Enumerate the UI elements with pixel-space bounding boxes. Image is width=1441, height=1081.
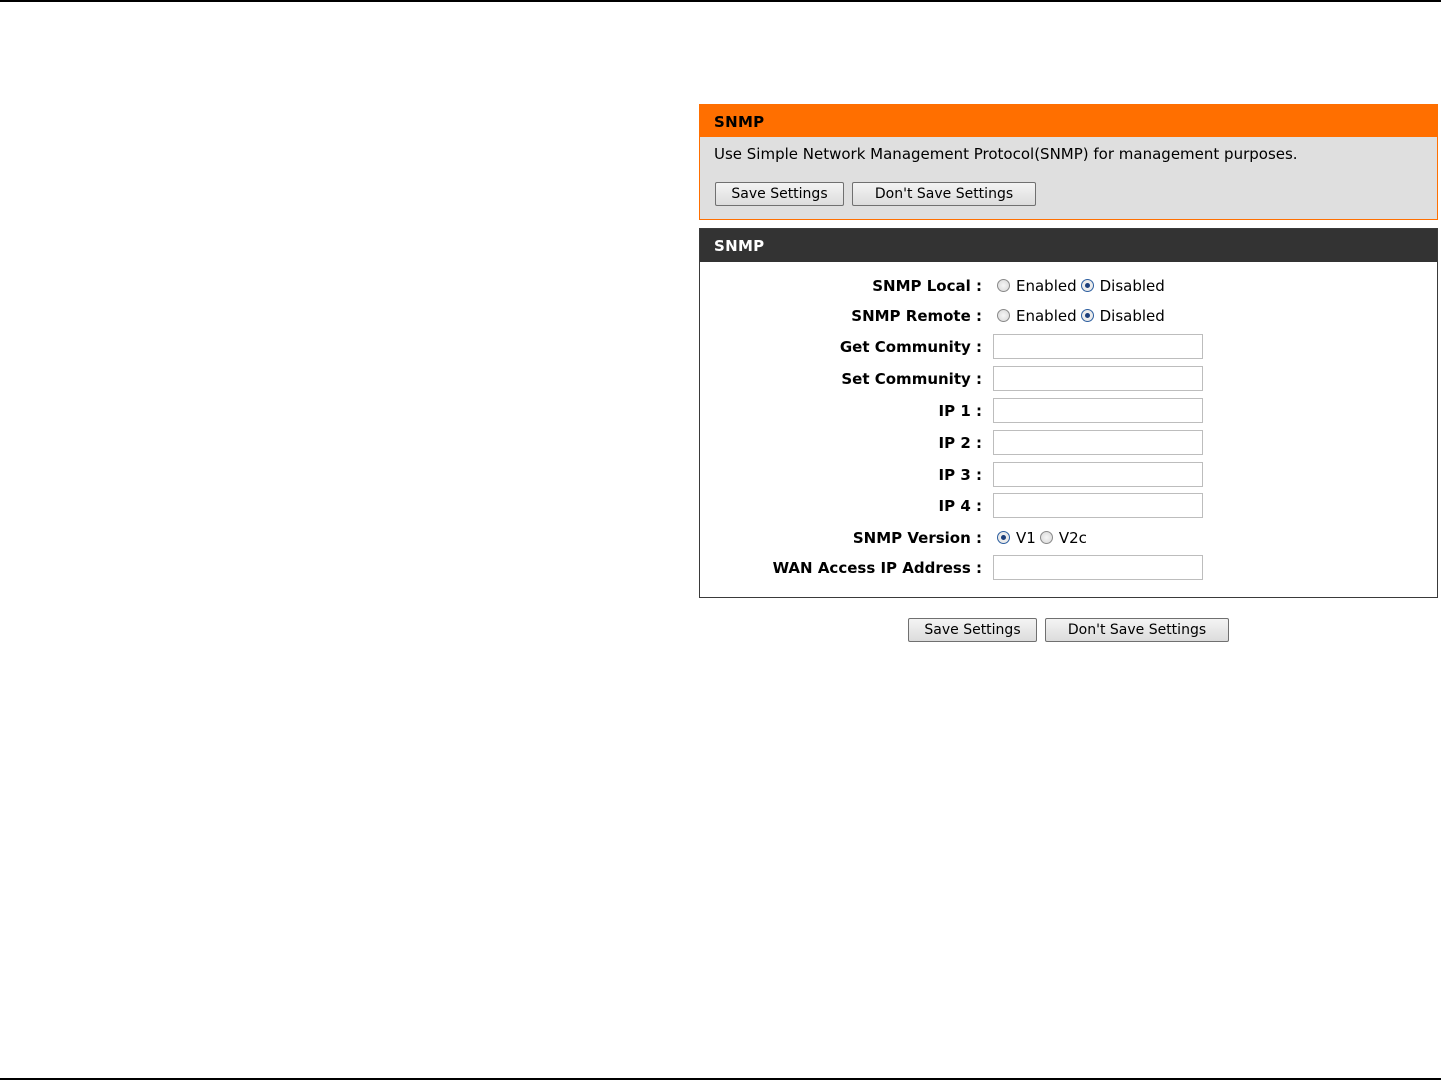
snmp-remote-disabled-radio[interactable] bbox=[1080, 309, 1094, 322]
wan-access-ip-label: WAN Access IP Address : bbox=[772, 559, 982, 577]
ip4-row: IP 4 : bbox=[700, 493, 1437, 519]
set-community-label: Set Community : bbox=[841, 370, 982, 388]
settings-panel-title: SNMP bbox=[700, 229, 1437, 262]
intro-panel-title: SNMP bbox=[700, 105, 1437, 137]
intro-description: Use Simple Network Management Protocol(S… bbox=[714, 145, 1298, 163]
snmp-intro-panel: SNMP Use Simple Network Management Proto… bbox=[699, 104, 1438, 220]
snmp-local-disabled-radio[interactable] bbox=[1080, 279, 1094, 292]
ip3-label: IP 3 : bbox=[938, 466, 982, 484]
snmp-version-v1-label: V1 bbox=[1016, 529, 1036, 547]
snmp-local-options: Enabled Disabled bbox=[997, 277, 1169, 295]
set-community-input[interactable] bbox=[993, 366, 1203, 391]
ip1-row: IP 1 : bbox=[700, 398, 1437, 424]
wan-access-ip-row: WAN Access IP Address : bbox=[700, 555, 1437, 581]
snmp-local-label: SNMP Local : bbox=[872, 277, 982, 295]
ip2-row: IP 2 : bbox=[700, 430, 1437, 456]
snmp-version-v2c-label: V2c bbox=[1058, 529, 1087, 547]
snmp-remote-enabled-label: Enabled bbox=[1016, 307, 1077, 325]
ip3-row: IP 3 : bbox=[700, 462, 1437, 488]
snmp-settings-panel: SNMP SNMP Local : Enabled Disabled SNMP R… bbox=[699, 228, 1438, 598]
snmp-version-label: SNMP Version : bbox=[852, 529, 982, 547]
snmp-local-disabled-label: Disabled bbox=[1099, 277, 1165, 295]
bottom-dont-save-settings-button[interactable]: Don't Save Settings bbox=[1045, 618, 1229, 642]
ip2-label: IP 2 : bbox=[938, 434, 982, 452]
snmp-version-row: SNMP Version : V1 V2c bbox=[700, 525, 1437, 551]
top-dont-save-settings-button[interactable]: Don't Save Settings bbox=[852, 182, 1036, 206]
get-community-input[interactable] bbox=[993, 334, 1203, 359]
snmp-local-enabled-radio[interactable] bbox=[997, 279, 1010, 292]
ip2-input[interactable] bbox=[993, 430, 1203, 455]
snmp-remote-disabled-label: Disabled bbox=[1099, 307, 1165, 325]
set-community-row: Set Community : bbox=[700, 366, 1437, 392]
ip3-input[interactable] bbox=[993, 462, 1203, 487]
snmp-remote-enabled-radio[interactable] bbox=[997, 309, 1010, 322]
snmp-local-enabled-label: Enabled bbox=[1016, 277, 1077, 295]
ip4-input[interactable] bbox=[993, 493, 1203, 518]
get-community-label: Get Community : bbox=[839, 338, 982, 356]
get-community-row: Get Community : bbox=[700, 334, 1437, 360]
ip1-input[interactable] bbox=[993, 398, 1203, 423]
top-border-line bbox=[0, 0, 1441, 2]
ip4-label: IP 4 : bbox=[938, 497, 982, 515]
ip1-label: IP 1 : bbox=[938, 402, 982, 420]
snmp-local-row: SNMP Local : Enabled Disabled bbox=[700, 273, 1437, 299]
snmp-remote-row: SNMP Remote : Enabled Disabled bbox=[700, 303, 1437, 329]
snmp-remote-label: SNMP Remote : bbox=[851, 307, 982, 325]
snmp-version-v2c-radio[interactable] bbox=[1039, 531, 1053, 544]
wan-access-ip-input[interactable] bbox=[993, 555, 1203, 580]
bottom-save-settings-button[interactable]: Save Settings bbox=[908, 618, 1037, 642]
snmp-version-v1-radio[interactable] bbox=[997, 531, 1010, 544]
snmp-version-options: V1 V2c bbox=[997, 529, 1091, 547]
snmp-remote-options: Enabled Disabled bbox=[997, 307, 1169, 325]
top-save-settings-button[interactable]: Save Settings bbox=[715, 182, 844, 206]
bottom-border-line bbox=[0, 1078, 1441, 1080]
